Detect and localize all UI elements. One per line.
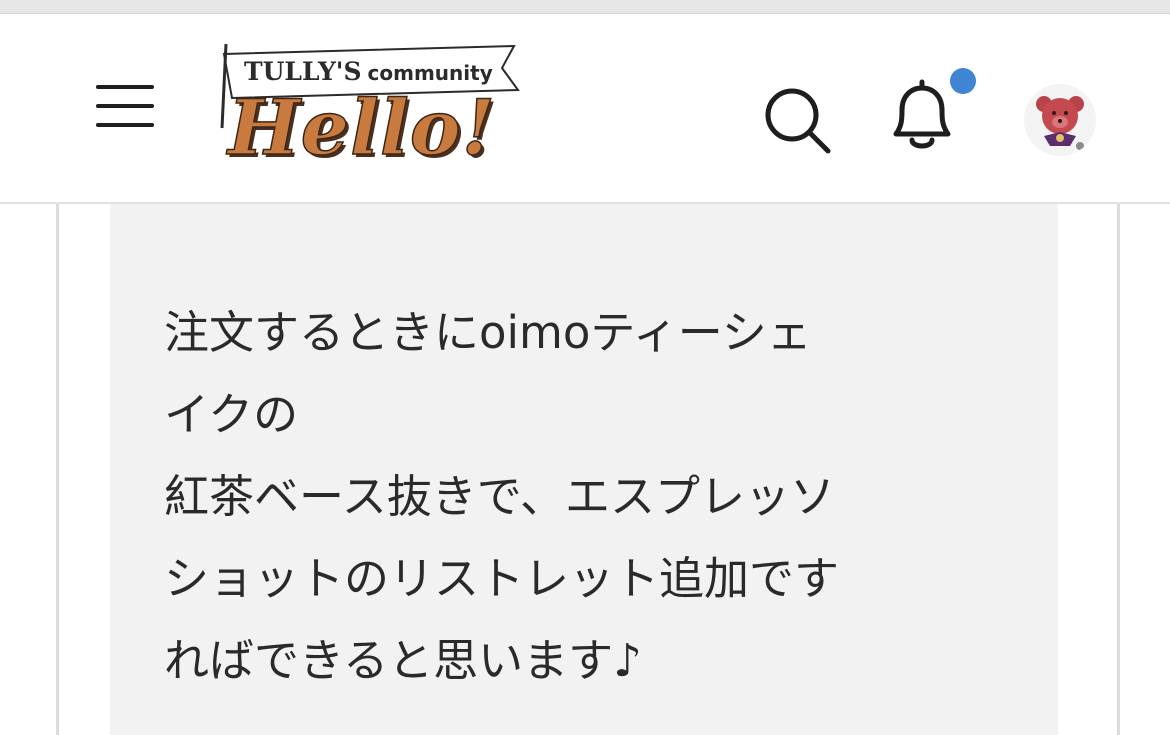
search-icon <box>765 88 831 154</box>
post-text: 注文するときにoimoティーシェ イクの 紅茶ベース抜きで、エスプレッソ ショッ… <box>164 292 1024 702</box>
notification-badge-dot <box>950 68 976 94</box>
post-quote-block: 注文するときにoimoティーシェ イクの 紅茶ベース抜きで、エスプレッソ ショッ… <box>110 204 1058 735</box>
search-button[interactable] <box>758 84 838 164</box>
post-text-line: ればできると思います♪ <box>164 634 642 687</box>
browser-top-strip <box>0 0 1170 14</box>
teddy-bear-avatar <box>1024 84 1096 156</box>
bell-icon <box>893 79 951 149</box>
notification-button[interactable] <box>882 68 982 164</box>
logo-community: community <box>367 61 493 85</box>
post-text-line: ショットのリストレット追加です <box>164 552 840 605</box>
logo-title: Hello! <box>227 83 496 172</box>
site-header: TULLY'S community Hello! <box>0 14 1170 204</box>
post-text-line: 注文するときにoimoティーシェ <box>164 306 812 359</box>
post-text-line: イクの <box>164 388 299 441</box>
menu-button[interactable] <box>88 76 162 136</box>
logo-brand: TULLY'S <box>244 57 362 86</box>
site-logo[interactable]: TULLY'S community Hello! <box>218 38 524 188</box>
logo-brand-text: TULLY'S community <box>244 57 514 86</box>
post-text-line: 紅茶ベース抜きで、エスプレッソ <box>164 470 835 523</box>
hamburger-menu-icon <box>96 85 154 127</box>
user-avatar[interactable] <box>1024 84 1096 156</box>
